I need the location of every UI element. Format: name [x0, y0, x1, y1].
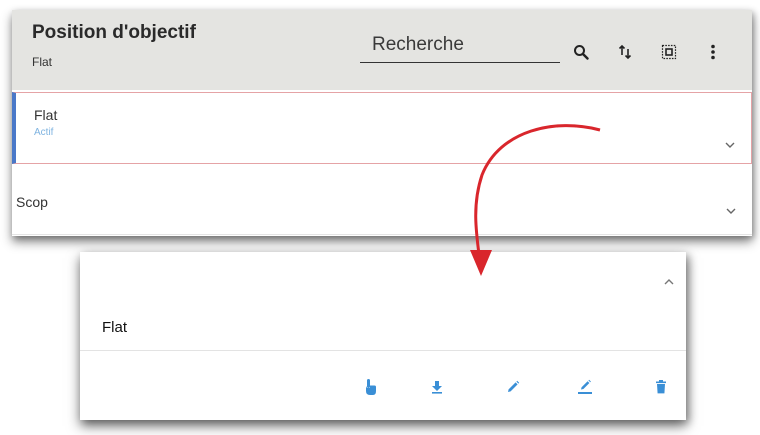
more-vert-icon[interactable] [702, 41, 724, 63]
search-input[interactable]: Recherche [360, 32, 560, 63]
objective-position-panel: Position d'objectif Flat Recherche Flat … [12, 10, 752, 236]
chevron-down-icon[interactable] [723, 138, 737, 152]
list-item-flat[interactable]: Flat Actif [12, 92, 752, 164]
delete-icon[interactable] [650, 376, 672, 398]
list-item-name: Flat [34, 107, 58, 123]
touch-icon[interactable] [359, 376, 381, 398]
screenshot-stage: Position d'objectif Flat Recherche Flat … [0, 0, 760, 435]
edit-icon[interactable] [502, 376, 524, 398]
download-icon[interactable] [426, 376, 448, 398]
expanded-item-card: Flat [80, 252, 686, 420]
search-label: Recherche [372, 34, 464, 55]
search-icon[interactable] [570, 41, 592, 63]
page-title: Position d'objectif [32, 22, 196, 43]
page-subtitle: Flat [32, 55, 53, 69]
panel-header: Position d'objectif Flat Recherche [12, 10, 752, 90]
expanded-item-name: Flat [102, 319, 128, 336]
list-item-name: Scop [16, 194, 48, 210]
rename-icon[interactable] [574, 376, 596, 398]
chevron-up-icon[interactable] [664, 272, 674, 290]
status-badge: Actif [34, 127, 54, 138]
divider [80, 350, 686, 351]
chevron-down-icon[interactable] [724, 204, 738, 218]
list-item-scop[interactable]: Scop [12, 168, 752, 235]
sort-icon[interactable] [614, 41, 636, 63]
select-all-icon[interactable] [658, 41, 680, 63]
